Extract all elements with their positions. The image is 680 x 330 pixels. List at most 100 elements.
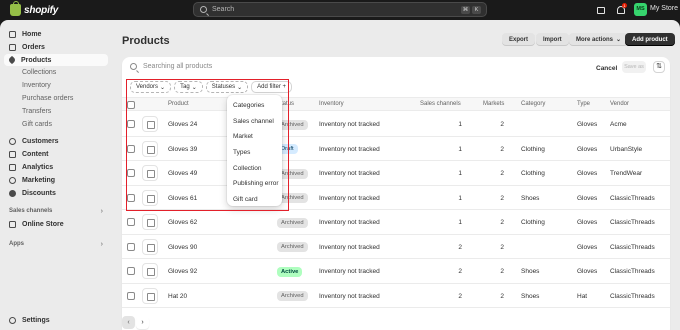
select-all-checkbox[interactable] bbox=[127, 101, 135, 109]
status-badge: Active bbox=[277, 266, 303, 277]
chevron-right-icon[interactable]: › bbox=[101, 241, 103, 248]
add-product-button[interactable]: Add product bbox=[625, 33, 675, 46]
sales-channels-count: 1 bbox=[458, 194, 462, 202]
shopify-logo[interactable]: shopify bbox=[10, 1, 58, 17]
apps-heading[interactable]: Apps bbox=[9, 241, 24, 247]
row-checkbox[interactable] bbox=[127, 267, 135, 275]
sidebar-item-products[interactable]: Products bbox=[4, 54, 108, 66]
product-image-placeholder-icon[interactable] bbox=[142, 287, 158, 304]
table-row[interactable]: Gloves 24 Archived Inventory not tracked 1 2… bbox=[122, 112, 670, 137]
cancel-button[interactable]: Cancel bbox=[596, 65, 617, 72]
sidebar-item-collections[interactable]: Collections bbox=[22, 69, 56, 76]
sidebar-item-customers[interactable]: Customers bbox=[4, 135, 108, 147]
product-name[interactable]: Gloves 62 bbox=[168, 219, 197, 226]
table-row[interactable]: Hat 20 Archived Inventory not tracked 2 2 Sho… bbox=[122, 284, 670, 308]
filter-statuses[interactable]: Statuses ⌄ bbox=[205, 81, 249, 93]
product-name[interactable]: Gloves 49 bbox=[168, 170, 197, 177]
column-header-inventory[interactable]: Inventory bbox=[319, 101, 344, 107]
import-button[interactable]: Import bbox=[536, 33, 569, 46]
product-name[interactable]: Hat 20 bbox=[168, 293, 187, 300]
filter-vendors[interactable]: Vendors ⌄ bbox=[130, 81, 172, 93]
sidebar-item-online-store[interactable]: Online Store bbox=[4, 218, 108, 230]
inventory-text: Inventory not tracked bbox=[319, 145, 380, 153]
row-checkbox[interactable] bbox=[127, 291, 135, 300]
filter-option-collection[interactable]: Collection bbox=[227, 161, 282, 177]
column-header-sales-channels[interactable]: Sales channels bbox=[420, 101, 461, 107]
inbox-icon bbox=[9, 43, 16, 51]
product-name[interactable]: Gloves 90 bbox=[168, 244, 197, 251]
sidebar-item-settings[interactable]: Settings bbox=[4, 314, 108, 326]
column-header-type[interactable]: Type bbox=[577, 101, 590, 107]
table-row[interactable]: Gloves 90 Archived Inventory not tracked 2 2… bbox=[122, 235, 670, 259]
global-search[interactable]: Search ⌘ K bbox=[193, 2, 487, 17]
table-row[interactable]: Gloves 49 Archived Inventory not tracked 1 2… bbox=[122, 161, 670, 186]
sidebar-item-inventory[interactable]: Inventory bbox=[22, 82, 51, 89]
row-checkbox[interactable] bbox=[127, 218, 135, 226]
product-name[interactable]: Gloves 39 bbox=[168, 146, 197, 153]
type-text: Gloves bbox=[577, 243, 598, 251]
row-checkbox[interactable] bbox=[127, 242, 135, 251]
store-name[interactable]: My Store bbox=[650, 5, 678, 12]
filter-option-gift-card[interactable]: Gift card bbox=[227, 192, 282, 208]
product-name[interactable]: Gloves 61 bbox=[168, 195, 197, 202]
sidebar-item-purchase-orders[interactable]: Purchase orders bbox=[22, 95, 73, 102]
sort-icon[interactable]: ⇅ bbox=[653, 61, 665, 73]
product-name[interactable]: Gloves 24 bbox=[168, 121, 197, 128]
chevron-down-icon: ⌄ bbox=[191, 84, 197, 91]
sidebar-item-marketing[interactable]: Marketing bbox=[4, 174, 108, 186]
home-icon bbox=[9, 30, 16, 38]
row-checkbox[interactable] bbox=[127, 169, 135, 177]
more-actions-button[interactable]: More actions ⌄ bbox=[569, 33, 629, 46]
status-badge: Archived bbox=[277, 217, 308, 228]
type-text: Gloves bbox=[577, 194, 598, 202]
next-page-button[interactable]: › bbox=[136, 316, 149, 329]
previous-page-button[interactable]: ‹ bbox=[122, 316, 135, 329]
filter-tag[interactable]: Tag ⌄ bbox=[174, 81, 203, 93]
filter-option-publishing-error[interactable]: Publishing error bbox=[227, 176, 282, 192]
product-image-placeholder-icon[interactable] bbox=[142, 214, 158, 230]
product-image-placeholder-icon[interactable] bbox=[142, 140, 158, 157]
column-header-product[interactable]: Product bbox=[168, 101, 189, 107]
filter-option-sales-channel[interactable]: Sales channel bbox=[227, 114, 282, 130]
export-button[interactable]: Export bbox=[502, 33, 536, 46]
product-search-input[interactable]: Searching all products bbox=[130, 63, 212, 70]
product-name[interactable]: Gloves 92 bbox=[168, 268, 197, 275]
table-row[interactable]: Gloves 62 Archived Inventory not tracked 1 2… bbox=[122, 210, 670, 235]
sales-channels-heading[interactable]: Sales channels bbox=[9, 208, 52, 214]
sidebar-item-content[interactable]: Content bbox=[4, 148, 108, 160]
product-image-placeholder-icon[interactable] bbox=[142, 263, 158, 279]
add-filter-button[interactable]: Add filter + bbox=[251, 81, 293, 93]
row-checkbox[interactable] bbox=[127, 193, 135, 202]
table-row[interactable]: Gloves 61 Archived Inventory not tracked 1 2… bbox=[122, 186, 670, 210]
column-header-vendor[interactable]: Vendor bbox=[610, 101, 629, 107]
store-avatar[interactable]: MS bbox=[634, 3, 647, 16]
product-image-placeholder-icon[interactable] bbox=[142, 165, 158, 181]
sidebar-item-discounts[interactable]: Discounts bbox=[4, 187, 108, 199]
vendor-text: ClassicThreads bbox=[610, 292, 655, 300]
notification-count-badge: 1 bbox=[622, 3, 627, 8]
filter-option-types[interactable]: Types bbox=[227, 145, 282, 161]
column-header-markets[interactable]: Markets bbox=[483, 101, 504, 107]
product-image-placeholder-icon[interactable] bbox=[142, 238, 158, 255]
product-image-placeholder-icon[interactable] bbox=[142, 189, 158, 206]
sidebar-item-transfers[interactable]: Transfers bbox=[22, 108, 51, 115]
row-checkbox[interactable] bbox=[127, 144, 135, 153]
chevron-right-icon[interactable]: › bbox=[101, 208, 103, 215]
product-image-placeholder-icon[interactable] bbox=[142, 116, 158, 132]
filter-option-market[interactable]: Market bbox=[227, 129, 282, 145]
store-icon[interactable] bbox=[596, 5, 606, 15]
table-row[interactable]: Gloves 92 Active Inventory not tracked 2 2 Sh… bbox=[122, 259, 670, 284]
sidebar-item-orders[interactable]: Orders bbox=[4, 41, 108, 53]
filter-option-categories[interactable]: Categories bbox=[227, 98, 282, 114]
pagination: ‹ › bbox=[122, 316, 149, 329]
notifications-bell-icon[interactable]: 1 bbox=[616, 3, 627, 15]
sidebar-item-home[interactable]: Home bbox=[4, 28, 108, 40]
vendor-text: ClassicThreads bbox=[610, 219, 655, 226]
sidebar-item-gift-cards[interactable]: Gift cards bbox=[22, 121, 52, 128]
sidebar-item-label: Orders bbox=[22, 43, 45, 51]
save-as-button[interactable]: Save as bbox=[622, 61, 646, 73]
column-header-category[interactable]: Category bbox=[521, 101, 545, 107]
row-checkbox[interactable] bbox=[127, 120, 135, 128]
table-row[interactable]: Gloves 39 Draft Inventory not tracked 1 2 Clo… bbox=[122, 137, 670, 161]
sidebar-item-analytics[interactable]: Analytics bbox=[4, 161, 108, 173]
